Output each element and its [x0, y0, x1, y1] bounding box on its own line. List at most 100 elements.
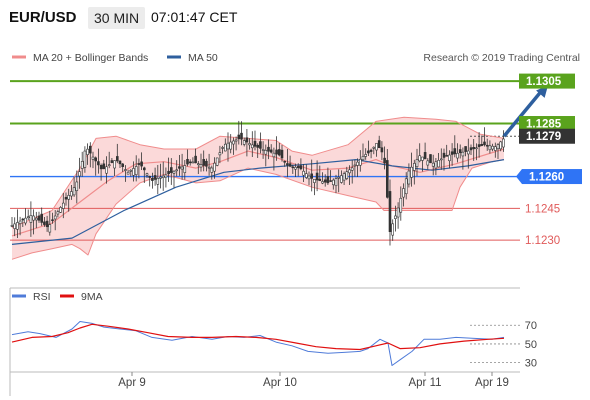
candle-body	[388, 191, 392, 232]
legend-label-1: MA 50	[188, 52, 218, 64]
rsi-line	[11, 321, 505, 366]
candle-body	[205, 160, 208, 167]
candle-body	[242, 140, 246, 145]
candle-body	[385, 160, 389, 198]
candle-body	[429, 154, 432, 164]
candle-body	[45, 220, 49, 228]
level-label-3: 1.1260	[529, 172, 564, 184]
candle-body	[491, 145, 494, 150]
candle-body	[143, 167, 146, 171]
candle-body	[326, 176, 330, 184]
candle-body	[367, 150, 370, 154]
candle-body	[167, 170, 170, 175]
candle-body	[259, 141, 262, 149]
candle-body	[159, 176, 162, 179]
candle-body	[472, 147, 476, 150]
candle-body	[331, 179, 335, 186]
candle-body	[51, 219, 54, 222]
candle-body	[37, 215, 41, 221]
candle-body	[148, 175, 151, 178]
watermark-text: Research © 2019 Trading Central	[423, 52, 580, 64]
candle-body	[224, 143, 227, 152]
candle-body	[186, 158, 189, 165]
candle-body	[269, 149, 273, 153]
candle-body	[107, 164, 111, 167]
candle-body	[286, 163, 289, 166]
candle-body	[180, 166, 184, 170]
candle-body	[469, 147, 473, 151]
candle-body	[251, 144, 254, 149]
candle-body	[26, 216, 30, 219]
level-tag-pointer	[516, 169, 522, 185]
candle-body	[407, 170, 411, 185]
level-label-5: 1.1230	[525, 235, 560, 247]
candle-body	[256, 144, 260, 148]
candle-body	[105, 166, 108, 174]
candle-body	[197, 163, 200, 166]
candle-body	[126, 171, 130, 175]
candle-body	[404, 178, 408, 195]
candle-body	[412, 163, 416, 171]
candle-body	[361, 156, 365, 161]
level-label-4: 1.1245	[525, 203, 560, 215]
candle-body	[423, 152, 427, 160]
candle-body	[118, 160, 122, 165]
candle-body	[280, 149, 284, 159]
candle-body	[140, 161, 143, 167]
candle-body	[261, 149, 265, 151]
candle-body	[348, 169, 351, 174]
candle-body	[10, 225, 14, 227]
candle-body	[234, 139, 238, 142]
candle-body	[442, 152, 446, 158]
candle-body	[232, 140, 235, 145]
candle-body	[502, 138, 505, 148]
candle-body	[321, 181, 324, 184]
candle-body	[199, 164, 203, 168]
candle-body	[426, 160, 430, 166]
candle-body	[439, 158, 443, 161]
candle-body	[264, 150, 268, 155]
candle-body	[18, 220, 22, 224]
rsi-legend-label-1: 9MA	[81, 291, 103, 303]
candle-body	[410, 166, 413, 178]
candle-body	[194, 155, 197, 164]
date-label-3: Apr 19	[475, 377, 509, 389]
candle-body	[153, 175, 157, 180]
candle-body	[415, 159, 419, 168]
candle-body	[61, 202, 65, 209]
candle-body	[342, 173, 346, 181]
candle-body	[288, 163, 292, 167]
candle-body	[480, 144, 484, 146]
candle-body	[24, 217, 27, 224]
candle-body	[369, 149, 373, 152]
candle-body	[267, 146, 270, 152]
candle-body	[145, 173, 149, 176]
candle-body	[488, 145, 492, 151]
candle-body	[75, 181, 79, 191]
candle-body	[83, 150, 87, 168]
candle-body	[356, 161, 359, 166]
level-label-0: 1.1305	[526, 76, 562, 88]
candle-body	[40, 213, 44, 223]
candle-body	[137, 163, 141, 165]
candle-body	[161, 175, 165, 179]
candle-body	[329, 180, 332, 182]
candle-body	[448, 154, 451, 162]
candle-body	[226, 142, 230, 150]
candle-body	[72, 187, 76, 196]
candle-body	[132, 168, 135, 176]
candle-body	[318, 178, 322, 182]
candle-body	[364, 154, 368, 157]
rsi-tick-1: 50	[525, 339, 537, 351]
candle-body	[59, 207, 62, 213]
candle-body	[445, 155, 449, 157]
candle-body	[215, 157, 219, 166]
candle-body	[310, 173, 314, 179]
rsi-tick-0: 70	[525, 320, 537, 332]
candle-body	[78, 171, 81, 177]
candle-body	[396, 207, 400, 218]
candle-body	[172, 170, 176, 174]
candle-body	[70, 191, 73, 197]
candle-body	[151, 178, 154, 181]
candle-body	[202, 159, 205, 166]
